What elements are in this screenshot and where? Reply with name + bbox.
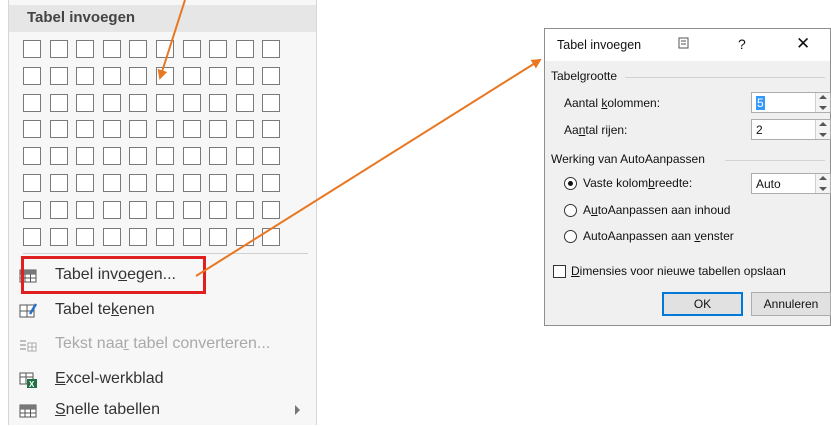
- arrow-to-grid: [157, 0, 186, 80]
- annotation-arrows: [157, 0, 542, 277]
- arrow-to-dialog: [195, 58, 542, 277]
